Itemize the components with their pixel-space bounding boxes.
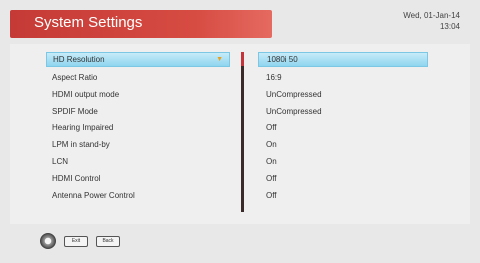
value-spdif-mode[interactable]: UnCompressed — [258, 104, 428, 121]
menu-item-hearing-impaired[interactable]: Hearing Impaired — [46, 120, 230, 137]
page-title: System Settings — [34, 14, 143, 31]
menu-item-label: LCN — [52, 156, 69, 166]
value-hearing-impaired[interactable]: Off — [258, 120, 428, 137]
time-text: 13:04 — [439, 22, 460, 31]
value-antenna-power-control[interactable]: Off — [258, 188, 428, 205]
settings-values: 1080i 50 16:9 UnCompressed UnCompressed … — [258, 52, 428, 204]
menu-item-lcn[interactable]: LCN — [46, 154, 230, 171]
settings-panel: HD Resolution ▼ Aspect Ratio HDMI output… — [10, 44, 470, 224]
back-key[interactable]: Back — [96, 235, 120, 247]
value-hdmi-control[interactable]: Off — [258, 171, 428, 188]
menu-item-hdmi-output-mode[interactable]: HDMI output mode — [46, 87, 230, 104]
menu-item-label: LPM in stand-by — [52, 140, 110, 150]
column-divider — [241, 52, 244, 212]
menu-item-label: SPDIF Mode — [52, 106, 98, 116]
menu-item-aspect-ratio[interactable]: Aspect Ratio — [46, 70, 230, 87]
value-aspect-ratio[interactable]: 16:9 — [258, 70, 428, 87]
menu-item-label: HDMI output mode — [52, 89, 120, 99]
value-hdmi-output-mode[interactable]: UnCompressed — [258, 87, 428, 104]
menu-item-hdmi-control[interactable]: HDMI Control — [46, 171, 230, 188]
exit-key[interactable]: Exit — [64, 235, 88, 247]
menu-item-hd-resolution[interactable]: HD Resolution ▼ — [46, 52, 230, 67]
system-settings-screen: System Settings Wed, 01-Jan-14 13:04 HD … — [0, 0, 480, 263]
menu-item-antenna-power-control[interactable]: Antenna Power Control — [46, 188, 230, 205]
menu-item-label: Hearing Impaired — [52, 123, 114, 133]
settings-menu: HD Resolution ▼ Aspect Ratio HDMI output… — [46, 52, 230, 204]
menu-item-label: HDMI Control — [52, 173, 101, 183]
menu-item-label: HD Resolution — [53, 55, 105, 64]
menu-item-spdif-mode[interactable]: SPDIF Mode — [46, 104, 230, 121]
navigation-pad-icon — [40, 233, 56, 249]
menu-item-lpm-standby[interactable]: LPM in stand-by — [46, 137, 230, 154]
chevron-down-icon: ▼ — [216, 56, 223, 63]
date-text: Wed, 01-Jan-14 — [403, 11, 460, 20]
value-lcn[interactable]: On — [258, 154, 428, 171]
menu-item-label: Aspect Ratio — [52, 73, 98, 82]
datetime: Wed, 01-Jan-14 13:04 — [403, 10, 460, 32]
footer-help: Exit Back — [40, 233, 120, 249]
menu-item-label: Antenna Power Control — [52, 190, 135, 200]
title-bar: System Settings — [10, 10, 272, 38]
value-lpm-standby[interactable]: On — [258, 137, 428, 154]
value-hd-resolution[interactable]: 1080i 50 — [258, 52, 428, 67]
column-divider-accent — [241, 52, 244, 66]
